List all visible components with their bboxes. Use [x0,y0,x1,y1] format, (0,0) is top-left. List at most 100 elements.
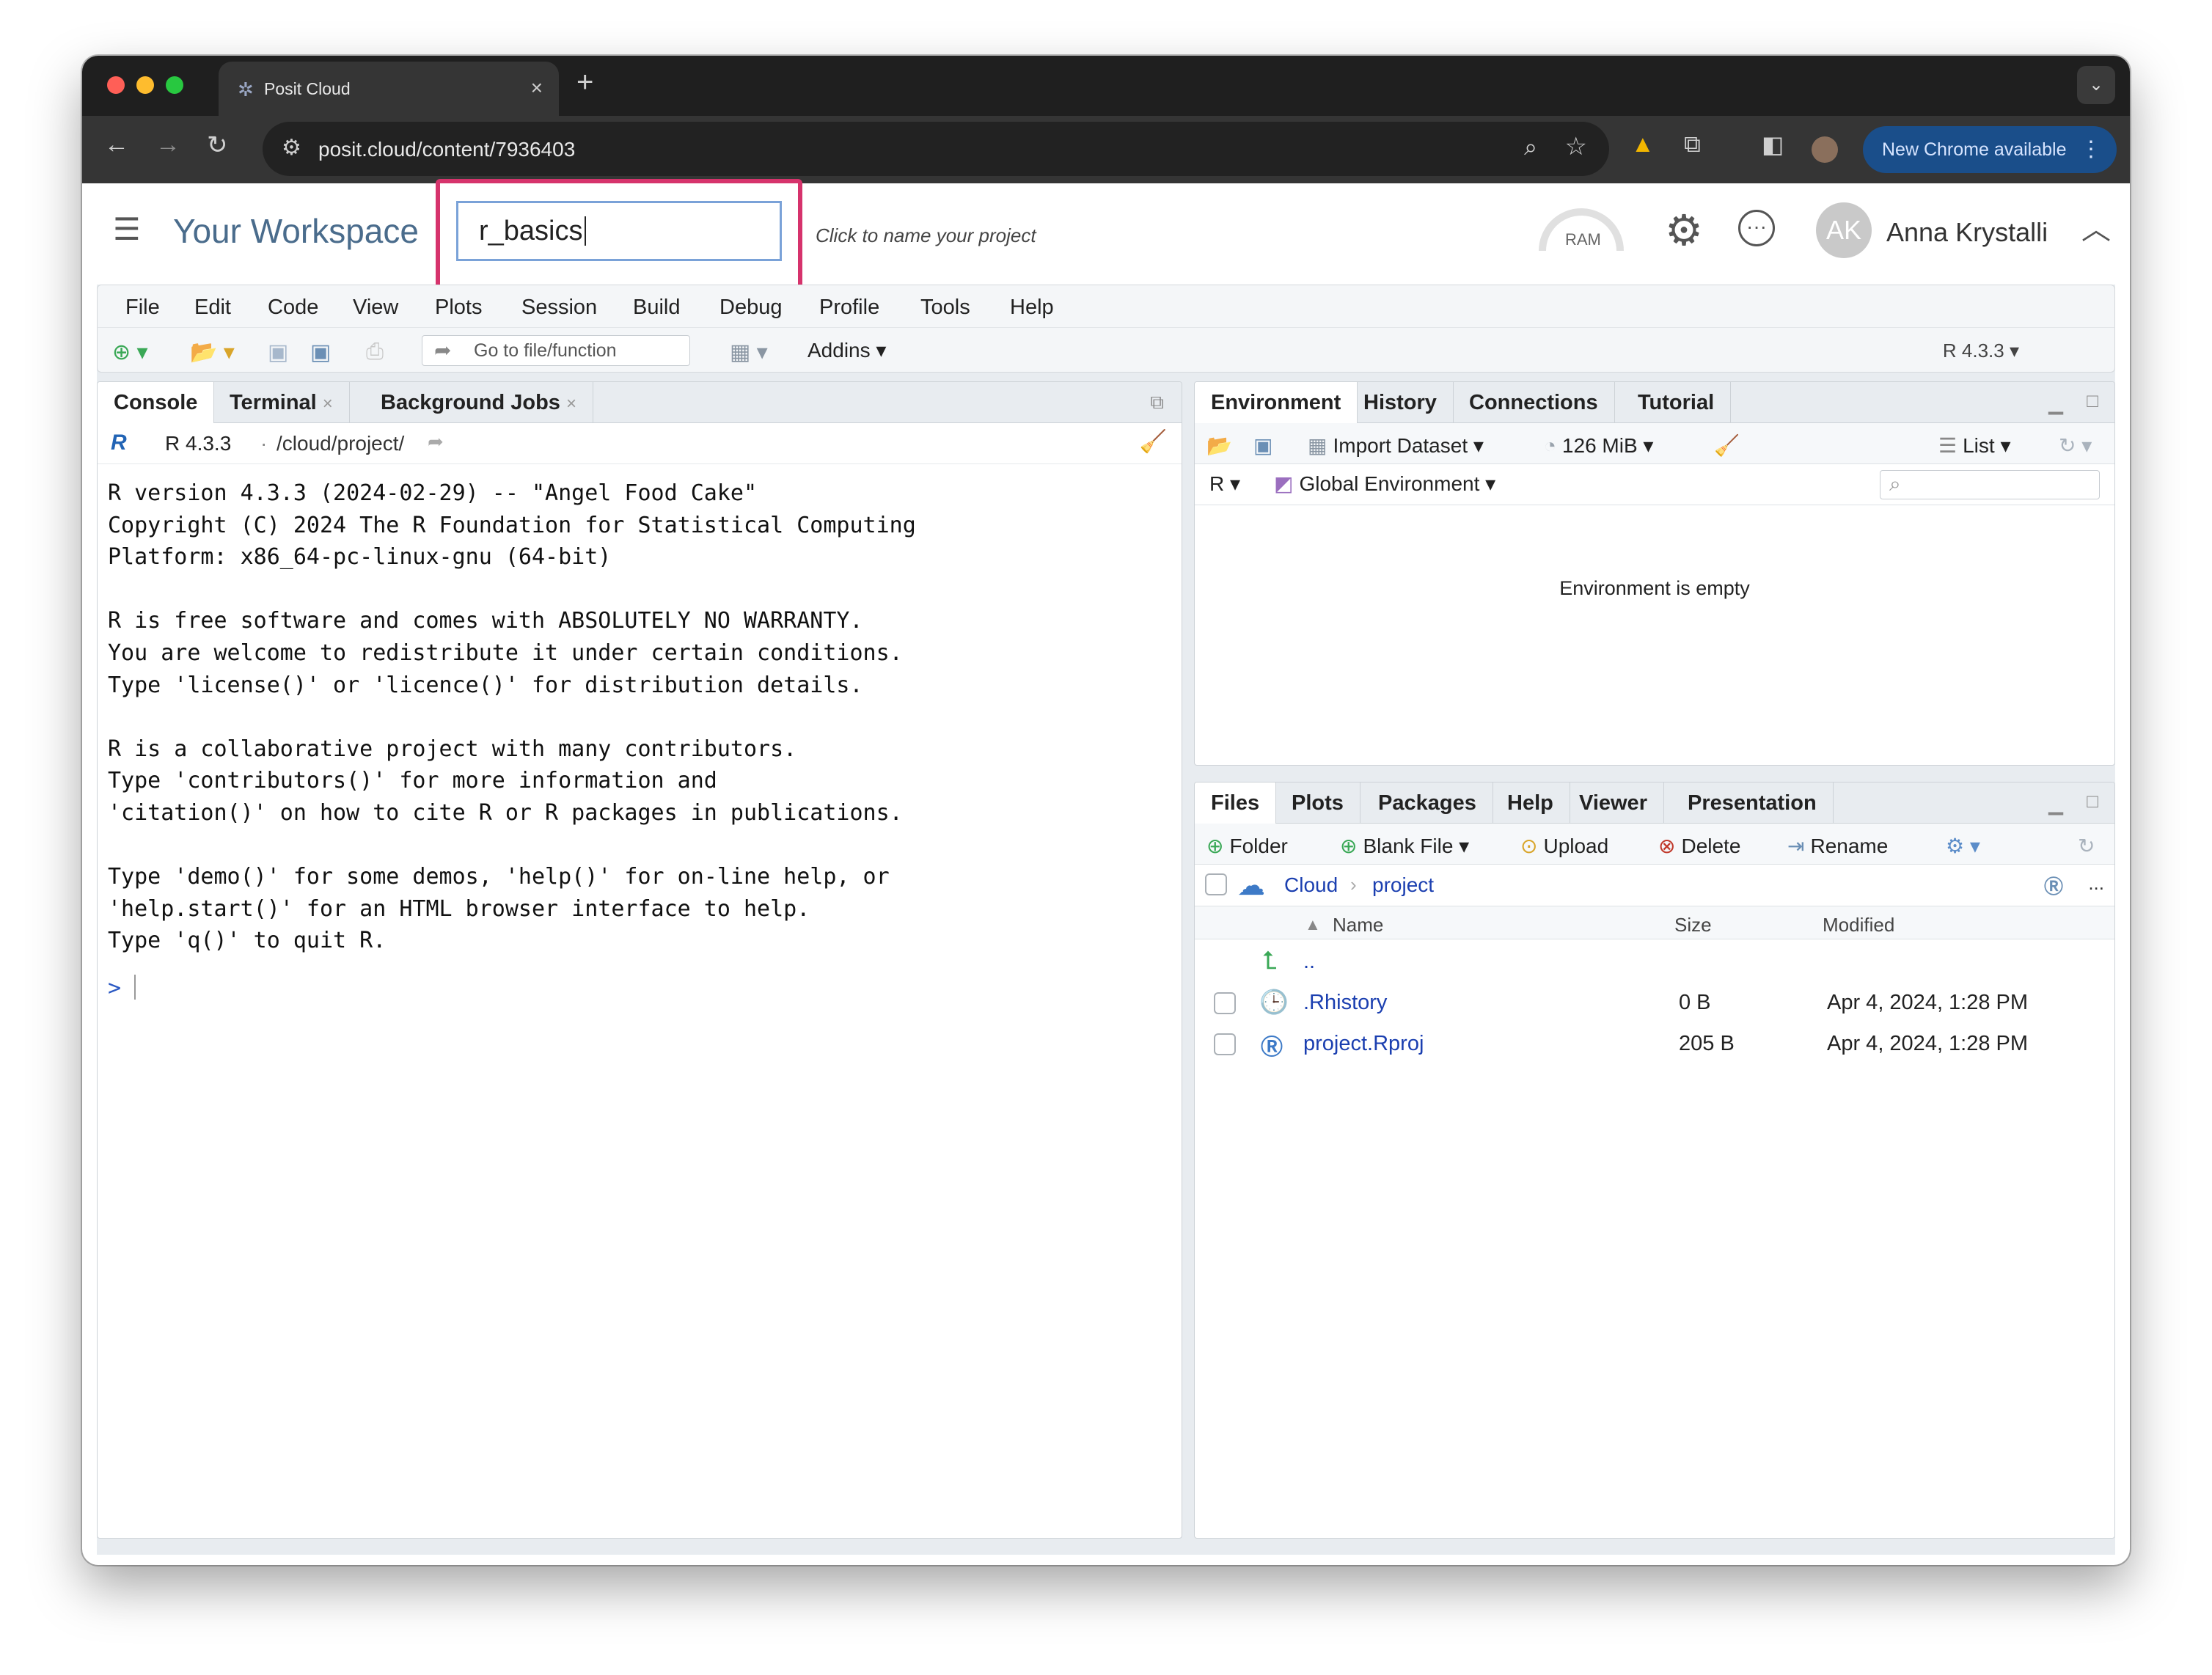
chrome-menu-icon[interactable]: ⋮ [2080,126,2102,173]
menu-profile[interactable]: Profile [819,296,879,320]
scope-select[interactable]: ◩ Global Environment ▾ [1274,472,1495,496]
go-to-project-dir-icon[interactable]: Ⓡ [2044,872,2063,899]
restore-pane-icon[interactable]: ⧉ [1150,391,1164,414]
minimize-window-button[interactable] [136,76,154,94]
minimize-pane-icon[interactable]: ▁ [2048,392,2063,415]
refresh-environment-icon[interactable]: ↻ ▾ [2059,433,2092,458]
table-row[interactable]: Ⓡ project.Rproj 205 B Apr 4, 2024, 1:28 … [1195,1023,2114,1064]
console-output[interactable]: R version 4.3.3 (2024-02-29) -- "Angel F… [108,477,916,957]
tab-tutorial[interactable]: Tutorial [1622,382,1732,423]
console-working-dir[interactable]: /cloud/project/ [276,432,404,455]
clear-environment-icon[interactable]: 🧹 [1714,433,1740,458]
save-all-icon[interactable]: ▣ [310,340,331,365]
file-name[interactable]: project.Rproj [1303,1032,1424,1056]
close-tab-icon[interactable]: × [531,76,543,100]
save-icon[interactable]: ▣ [268,340,288,365]
menu-edit[interactable]: Edit [194,296,231,320]
forward-icon[interactable]: → [155,131,180,159]
sort-asc-icon[interactable]: ▲ [1305,915,1321,934]
breadcrumb-cloud[interactable]: Cloud [1284,873,1338,897]
upload-button[interactable]: ⊙ Upload [1520,834,1608,858]
site-settings-icon[interactable]: ⚙ [282,135,301,161]
ram-gauge[interactable]: RAM [1539,208,1624,252]
reload-icon[interactable]: ↻ [207,131,228,160]
browser-tab[interactable]: ✲ Posit Cloud × [219,62,559,116]
close-terminal-icon[interactable]: × [323,394,333,414]
zoom-icon[interactable]: ⌕ [1524,133,1537,161]
select-all-checkbox[interactable] [1205,873,1227,895]
r-version-menu[interactable]: R 4.3.3 ▾ [1943,340,2019,362]
settings-gear-icon[interactable]: ⚙ [1665,205,1703,255]
environment-search-input[interactable]: ⌕ [1880,470,2100,499]
url-text[interactable]: posit.cloud/content/7936403 [318,138,575,161]
table-row-parent[interactable]: ⮤ .. [1195,941,2114,982]
user-name[interactable]: Anna Krystalli [1886,217,2048,248]
menu-tools[interactable]: Tools [920,296,970,320]
pane-layout-icon[interactable]: ▦ ▾ [730,340,768,365]
maximize-window-button[interactable] [166,76,183,94]
print-icon[interactable]: ⎙ [366,340,384,364]
profile-icon[interactable] [1812,136,1838,163]
tab-history[interactable]: History [1347,382,1454,423]
side-panel-icon[interactable]: ◧ [1762,131,1784,158]
breadcrumb-project[interactable]: project [1372,873,1434,897]
new-tab-icon[interactable]: + [576,66,593,99]
tab-presentation[interactable]: Presentation [1671,782,1834,824]
memory-usage-button[interactable]: ◔ 126 MiB ▾ [1544,433,1653,458]
tab-files[interactable]: Files [1195,782,1277,824]
console-prompt[interactable]: > [108,975,136,1001]
tab-terminal[interactable]: Terminal × [213,382,350,423]
blank-file-button[interactable]: ⊕ Blank File ▾ [1340,834,1469,858]
load-workspace-icon[interactable]: 📂 [1206,433,1232,458]
clear-console-icon[interactable]: 🧹 [1140,429,1167,455]
maximize-pane-icon[interactable]: □ [2087,389,2098,412]
tab-plots[interactable]: Plots [1275,782,1360,824]
menu-code[interactable]: Code [268,296,318,320]
close-window-button[interactable] [107,76,125,94]
extensions-puzzle-icon[interactable]: ⧉ [1684,131,1701,158]
tab-environment[interactable]: Environment [1195,382,1358,424]
chrome-update-button[interactable]: New Chrome available ⋮ [1863,126,2117,173]
go-to-dir-icon[interactable]: ➦ [428,430,444,453]
new-folder-button[interactable]: ⊕ Folder [1206,834,1288,858]
go-to-file-input[interactable]: ➦ Go to file/function [422,335,690,366]
hamburger-menu-icon[interactable]: ☰ [113,211,141,247]
more-file-commands-icon[interactable]: ⚙ ▾ [1946,834,1980,858]
file-name[interactable]: .Rhistory [1303,991,1387,1015]
back-icon[interactable]: ← [104,131,129,159]
more-options-icon[interactable]: ··· [1738,210,1775,246]
row-checkbox[interactable] [1214,992,1236,1014]
tab-viewer[interactable]: Viewer [1563,782,1664,824]
collapse-header-icon[interactable]: ︿ [2081,205,2111,248]
row-checkbox[interactable] [1214,1033,1236,1055]
tab-console[interactable]: Console [98,382,215,424]
address-bar[interactable]: ⚙ posit.cloud/content/7936403 ⌕ ☆ [263,122,1609,176]
refresh-files-icon[interactable]: ↻ [2078,834,2095,858]
save-workspace-icon[interactable]: ▣ [1253,433,1272,458]
import-dataset-button[interactable]: ▦ Import Dataset ▾ [1308,433,1484,458]
language-select[interactable]: R ▾ [1209,472,1240,496]
delete-button[interactable]: ⊗ Delete [1658,834,1740,858]
maximize-files-pane-icon[interactable]: □ [2087,790,2098,813]
menu-debug[interactable]: Debug [719,296,782,320]
addins-menu[interactable]: Addins ▾ [807,338,886,362]
tab-background-jobs[interactable]: Background Jobs × [365,382,593,423]
avatar[interactable]: AK [1816,202,1872,258]
tab-search-chevron-icon[interactable]: ⌄ [2077,66,2115,104]
new-file-icon[interactable]: ⊕ ▾ [112,340,148,365]
bookmark-star-icon[interactable]: ☆ [1565,132,1587,161]
menu-session[interactable]: Session [521,296,597,320]
menu-view[interactable]: View [353,296,398,320]
menu-file[interactable]: File [125,296,160,320]
open-file-icon[interactable]: 📂 ▾ [190,340,235,365]
menu-plots[interactable]: Plots [435,296,482,320]
drive-extension-icon[interactable]: ▲ [1631,131,1655,158]
menu-build[interactable]: Build [633,296,681,320]
parent-directory-link[interactable]: .. [1303,950,1315,974]
list-view-button[interactable]: ☰ List ▾ [1938,433,2011,458]
column-name[interactable]: Name [1333,914,1383,937]
tab-connections[interactable]: Connections [1453,382,1615,423]
menu-help[interactable]: Help [1010,296,1054,320]
minimize-files-pane-icon[interactable]: ▁ [2048,793,2063,815]
close-background-jobs-icon[interactable]: × [566,394,576,414]
